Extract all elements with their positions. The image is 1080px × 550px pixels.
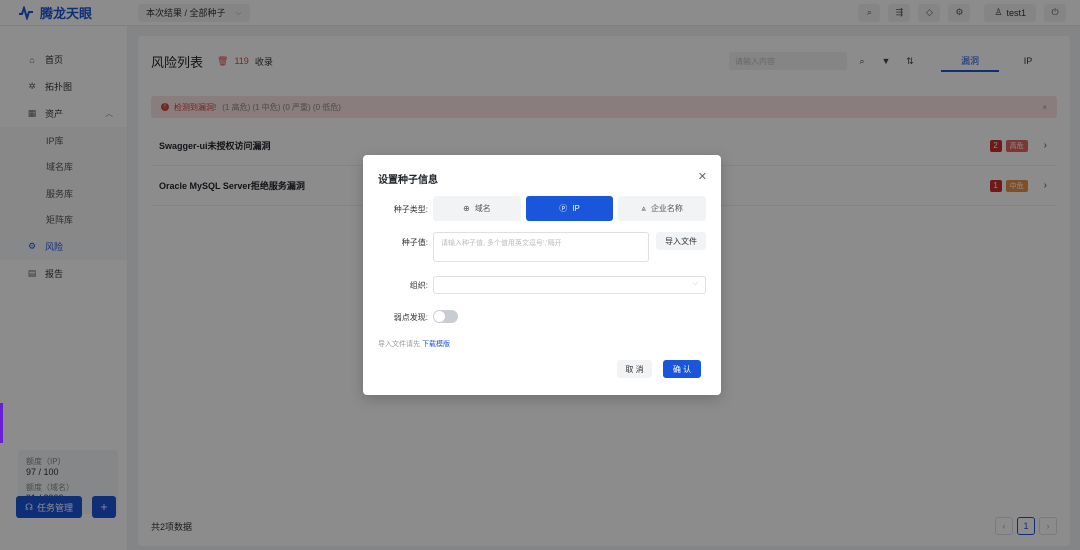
import-hint: 导入文件请先 下载模版 bbox=[378, 339, 450, 349]
seed-info-dialog: 设置种子信息 ✕ 种子类型: ⊕ 域名 ⓟ IP ⩓ 企业名称 种子值: 请输入… bbox=[363, 155, 721, 395]
ip-icon: ⓟ bbox=[559, 204, 568, 213]
toggle-knob bbox=[434, 311, 445, 322]
seed-value-input[interactable]: 请输入种子值, 多个值用英文逗号','隔开 bbox=[433, 232, 649, 262]
dialog-title: 设置种子信息 bbox=[378, 175, 438, 186]
seed-value-label: 种子值: bbox=[401, 238, 428, 247]
accent-bar bbox=[0, 403, 3, 443]
seed-type-company[interactable]: ⩓ 企业名称 bbox=[618, 196, 707, 221]
cancel-button[interactable]: 取 消 bbox=[617, 360, 652, 378]
confirm-button[interactable]: 确 认 bbox=[663, 360, 701, 378]
close-icon[interactable]: ✕ bbox=[698, 170, 707, 183]
seed-type-label: 种子类型: bbox=[393, 205, 428, 214]
seed-type-label-text: 域名 bbox=[474, 204, 491, 213]
weak-discovery-toggle[interactable] bbox=[433, 310, 458, 323]
org-label: 组织: bbox=[409, 281, 428, 290]
seed-type-label-text: IP bbox=[572, 204, 580, 213]
seed-type-domain[interactable]: ⊕ 域名 bbox=[433, 196, 521, 221]
seed-type-ip[interactable]: ⓟ IP bbox=[525, 196, 614, 221]
seed-type-label-text: 企业名称 bbox=[650, 204, 683, 213]
chevron-down-icon: ⌵ bbox=[692, 280, 698, 287]
weak-discovery-label: 弱点发现: bbox=[393, 313, 428, 322]
import-file-button[interactable]: 导入文件 bbox=[656, 232, 706, 250]
hint-text: 导入文件请先 bbox=[378, 341, 420, 348]
org-select[interactable]: ⌵ bbox=[433, 276, 706, 294]
building-icon: ⩓ bbox=[641, 203, 646, 213]
seed-type-selector: ⊕ 域名 ⓟ IP ⩓ 企业名称 bbox=[433, 196, 707, 221]
download-template-link[interactable]: 下载模版 bbox=[422, 341, 450, 348]
globe-icon: ⊕ bbox=[462, 204, 470, 213]
